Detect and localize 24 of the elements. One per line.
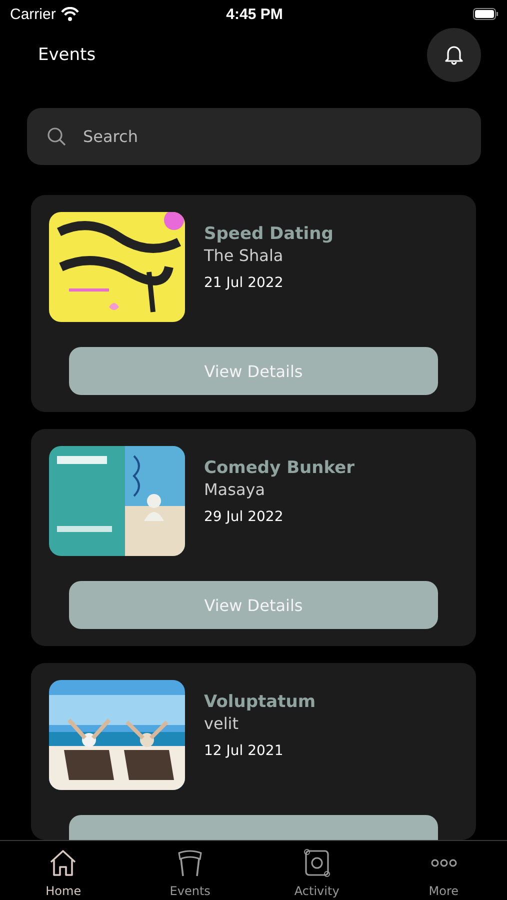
event-title: Speed Dating: [204, 224, 334, 244]
tab-bar-item[interactable]: Events: [126, 841, 254, 900]
event-venue: The Shala: [204, 246, 284, 265]
more-icon: [428, 859, 459, 867]
event-date: 12 Jul 2021: [204, 743, 284, 759]
event-date: 21 Jul 2022: [204, 275, 284, 291]
event-title: Comedy Bunker: [204, 458, 354, 478]
bell-icon: [443, 44, 465, 66]
event-date: 29 Jul 2022: [204, 509, 284, 525]
search-icon: [47, 126, 67, 146]
event-title: Voluptatum: [204, 692, 316, 712]
status-time: 4:45 PM: [225, 6, 284, 22]
battery-icon: [473, 8, 499, 20]
page-title: Events: [38, 45, 96, 65]
tab-bar-item[interactable]: Activity: [254, 841, 380, 900]
search-input[interactable]: Search: [81, 126, 461, 147]
search-field[interactable]: Search: [27, 108, 481, 165]
notifications-button[interactable]: [427, 28, 481, 82]
event-venue: Masaya: [204, 480, 266, 499]
wifi-icon: [60, 7, 79, 21]
event-venue: velit: [204, 714, 240, 733]
tab-bar-item[interactable]: More: [380, 841, 507, 900]
tab-bar-item[interactable]: Home: [0, 841, 127, 900]
carrier-name: Carrier: [10, 6, 56, 22]
